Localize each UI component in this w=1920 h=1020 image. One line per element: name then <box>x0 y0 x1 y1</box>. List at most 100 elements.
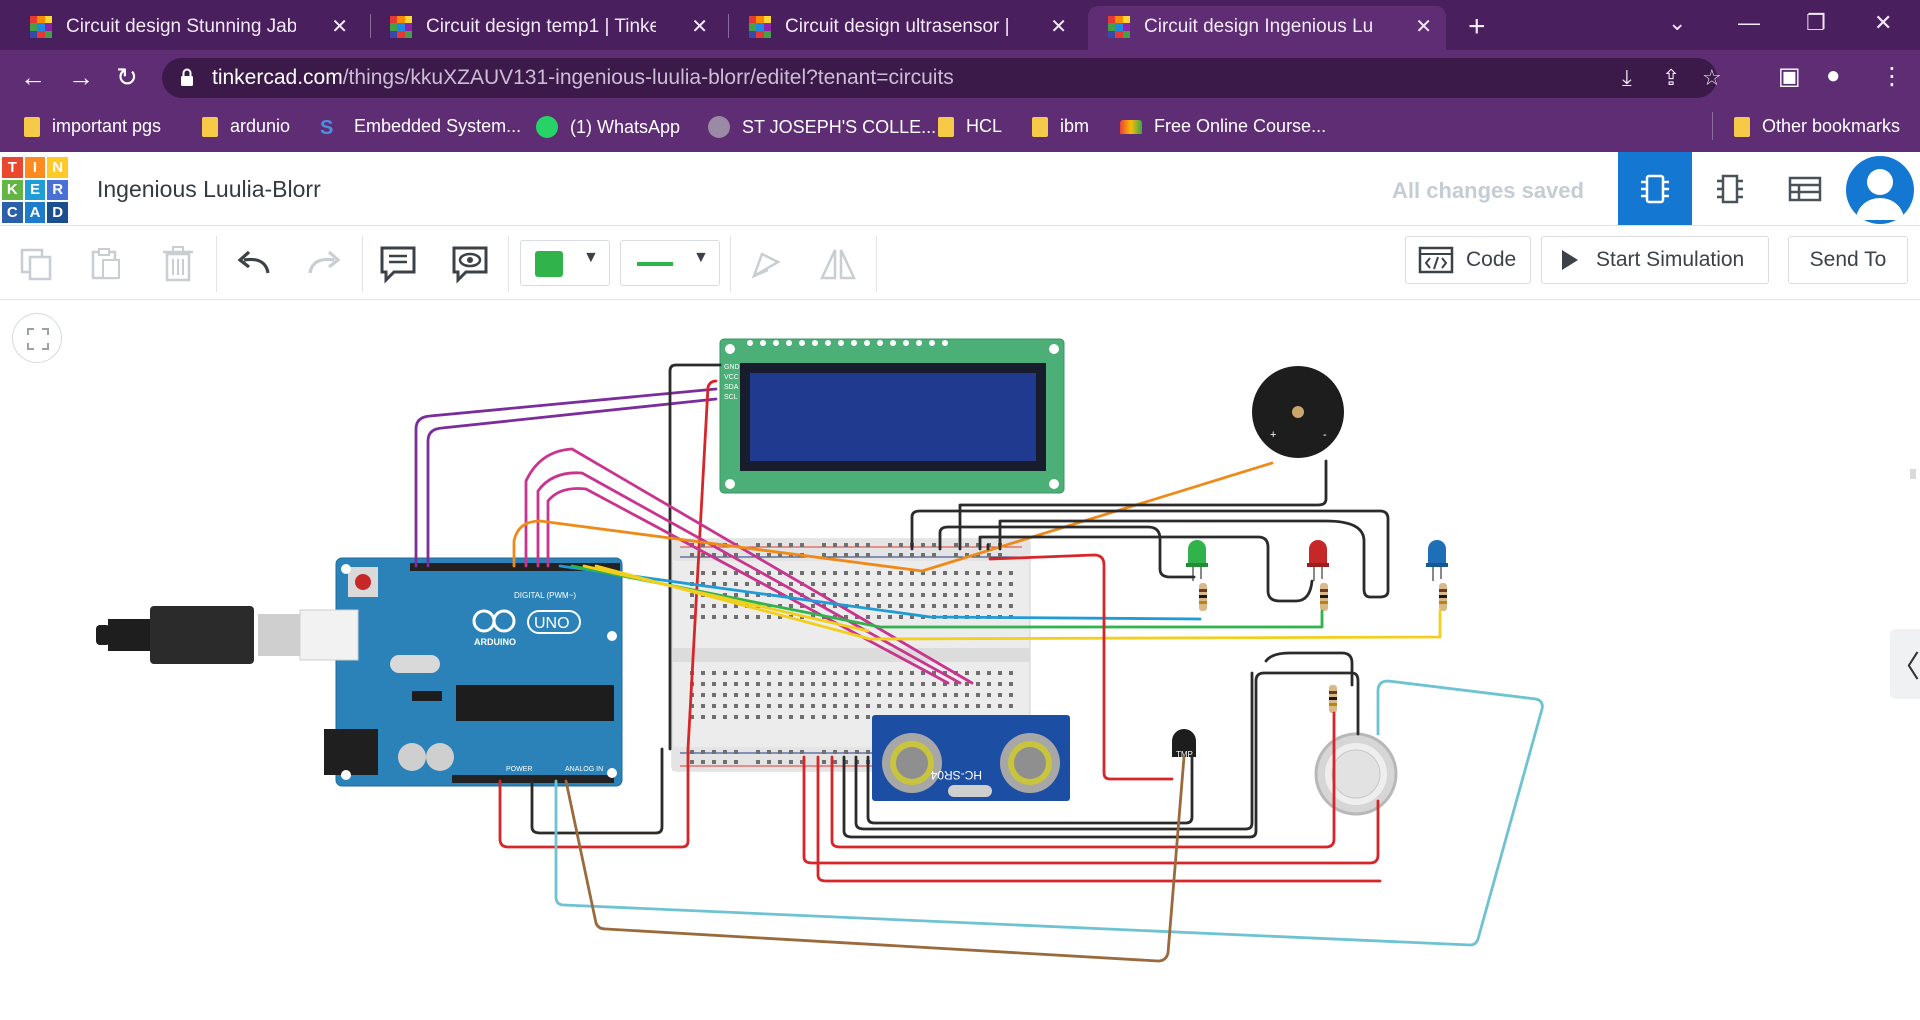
led-blue[interactable] <box>1426 540 1448 581</box>
send-to-button[interactable]: Send To <box>1788 236 1908 284</box>
breadboard-hole[interactable] <box>976 704 980 708</box>
bookmark-ibm[interactable]: ibm <box>1032 116 1089 137</box>
lcd-pin[interactable] <box>786 340 792 346</box>
breadboard-rail-hole[interactable] <box>800 750 804 754</box>
breadboard-hole[interactable] <box>998 704 1002 708</box>
breadboard-hole[interactable] <box>943 604 947 608</box>
breadboard-hole[interactable] <box>943 693 947 697</box>
notes-button[interactable] <box>376 242 420 286</box>
breadboard-rail-hole[interactable] <box>690 553 694 557</box>
breadboard-rail-hole[interactable] <box>712 750 716 754</box>
breadboard-hole[interactable] <box>877 593 881 597</box>
breadboard-rail-hole[interactable] <box>767 543 771 547</box>
breadboard-hole[interactable] <box>701 615 705 619</box>
breadboard-hole[interactable] <box>877 615 881 619</box>
led-red[interactable] <box>1307 540 1329 581</box>
breadboard-hole[interactable] <box>855 682 859 686</box>
breadboard-rail-hole[interactable] <box>998 553 1002 557</box>
breadboard-hole[interactable] <box>877 682 881 686</box>
lcd-pin[interactable] <box>747 340 753 346</box>
breadboard-hole[interactable] <box>811 671 815 675</box>
breadboard-hole[interactable] <box>932 571 936 575</box>
breadboard-hole[interactable] <box>701 693 705 697</box>
breadboard-rail-hole[interactable] <box>723 750 727 754</box>
bookmark-hcl[interactable]: HCL <box>938 116 1002 137</box>
breadboard-hole[interactable] <box>877 571 881 575</box>
breadboard-rail-hole[interactable] <box>932 543 936 547</box>
breadboard-hole[interactable] <box>745 593 749 597</box>
breadboard-hole[interactable] <box>855 671 859 675</box>
breadboard-rail-hole[interactable] <box>921 543 925 547</box>
breadboard-hole[interactable] <box>800 682 804 686</box>
undo-button[interactable] <box>232 242 276 286</box>
breadboard-hole[interactable] <box>723 693 727 697</box>
breadboard-hole[interactable] <box>998 582 1002 586</box>
breadboard-hole[interactable] <box>833 682 837 686</box>
breadboard-rail-hole[interactable] <box>987 553 991 557</box>
breadboard-rail-hole[interactable] <box>701 750 705 754</box>
breadboard-rail-hole[interactable] <box>734 750 738 754</box>
breadboard-hole[interactable] <box>921 693 925 697</box>
lcd-pin[interactable] <box>864 340 870 346</box>
breadboard-hole[interactable] <box>844 593 848 597</box>
resistor-2[interactable] <box>1320 583 1328 611</box>
breadboard-hole[interactable] <box>712 671 716 675</box>
breadboard-rail-hole[interactable] <box>778 543 782 547</box>
breadboard-hole[interactable] <box>734 582 738 586</box>
breadboard-hole[interactable] <box>1009 604 1013 608</box>
breadboard-rail-hole[interactable] <box>932 553 936 557</box>
breadboard-rail-hole[interactable] <box>855 543 859 547</box>
breadboard-rail-hole[interactable] <box>712 760 716 764</box>
breadboard-rail-hole[interactable] <box>844 750 848 754</box>
breadboard-hole[interactable] <box>811 604 815 608</box>
breadboard-hole[interactable] <box>745 671 749 675</box>
breadboard-rail-hole[interactable] <box>855 750 859 754</box>
bookmark-ardunio[interactable]: ardunio <box>202 116 290 137</box>
breadboard-hole[interactable] <box>734 715 738 719</box>
breadboard-hole[interactable] <box>789 704 793 708</box>
breadboard-rail-hole[interactable] <box>844 553 848 557</box>
gas-sensor[interactable] <box>1314 732 1398 816</box>
breadboard-hole[interactable] <box>1009 593 1013 597</box>
breadboard-hole[interactable] <box>734 704 738 708</box>
breadboard-hole[interactable] <box>844 682 848 686</box>
bookmark-embedded-system[interactable]: S Embedded System... <box>320 116 521 139</box>
breadboard-hole[interactable] <box>811 715 815 719</box>
breadboard-hole[interactable] <box>1009 571 1013 575</box>
breadboard-hole[interactable] <box>811 693 815 697</box>
breadboard-hole[interactable] <box>976 682 980 686</box>
breadboard-rail-hole[interactable] <box>767 553 771 557</box>
bookmark-star-icon[interactable]: ☆ <box>1702 65 1722 91</box>
breadboard-hole[interactable] <box>690 571 694 575</box>
breadboard-hole[interactable] <box>734 693 738 697</box>
back-arrow-icon[interactable]: ← <box>20 62 46 93</box>
side-panel-icon[interactable]: ▣ <box>1778 62 1801 91</box>
breadboard-hole[interactable] <box>756 715 760 719</box>
breadboard-hole[interactable] <box>822 704 826 708</box>
breadboard-hole[interactable] <box>734 682 738 686</box>
breadboard-hole[interactable] <box>965 593 969 597</box>
breadboard-hole[interactable] <box>987 604 991 608</box>
breadboard-rail-hole[interactable] <box>822 543 826 547</box>
breadboard-hole[interactable] <box>866 671 870 675</box>
breadboard-hole[interactable] <box>712 582 716 586</box>
breadboard-hole[interactable] <box>723 615 727 619</box>
breadboard-hole[interactable] <box>844 704 848 708</box>
breadboard-hole[interactable] <box>833 582 837 586</box>
breadboard-hole[interactable] <box>910 704 914 708</box>
breadboard-hole[interactable] <box>822 693 826 697</box>
breadboard-hole[interactable] <box>844 715 848 719</box>
breadboard-rail-hole[interactable] <box>778 750 782 754</box>
breadboard-hole[interactable] <box>888 693 892 697</box>
circuit-view-button[interactable] <box>1618 152 1692 225</box>
breadboard-hole[interactable] <box>822 571 826 575</box>
breadboard-hole[interactable] <box>976 593 980 597</box>
breadboard-hole[interactable] <box>767 715 771 719</box>
breadboard-rail-hole[interactable] <box>767 750 771 754</box>
breadboard-hole[interactable] <box>767 571 771 575</box>
breadboard-hole[interactable] <box>899 704 903 708</box>
breadboard-hole[interactable] <box>866 615 870 619</box>
breadboard-hole[interactable] <box>745 615 749 619</box>
breadboard-hole[interactable] <box>998 671 1002 675</box>
browser-tab-4-active[interactable]: Circuit design Ingenious Luulia-B ✕ <box>1088 6 1446 50</box>
